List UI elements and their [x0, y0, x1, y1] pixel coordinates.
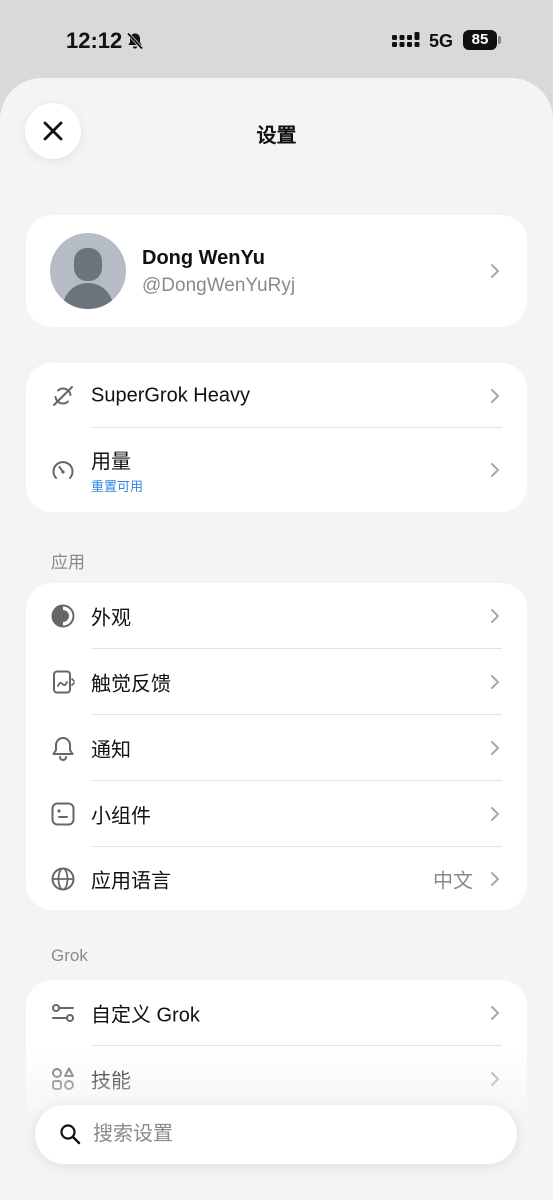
gauge-icon: [52, 461, 74, 479]
chevron-right-icon: [491, 674, 499, 689]
row-label: 用量 重置可用: [91, 445, 143, 495]
search-input[interactable]: [93, 1105, 493, 1164]
row-customize-grok[interactable]: 自定义 Grok: [26, 980, 527, 1045]
row-appearance[interactable]: 外观: [26, 583, 527, 648]
row-haptics[interactable]: 触觉反馈: [26, 649, 527, 714]
sliders-icon: [52, 1003, 74, 1022]
avatar-placeholder-icon: [62, 248, 114, 309]
row-label: 自定义 Grok: [91, 1004, 200, 1026]
row-widgets[interactable]: 小组件: [26, 781, 527, 846]
row-label: 小组件: [91, 805, 151, 827]
row-label: 外观: [91, 607, 131, 629]
chevron-right-icon: [491, 740, 499, 755]
row-label: SuperGrok Heavy: [91, 384, 250, 406]
section-title-grok: Grok: [51, 946, 88, 965]
row-label: 触觉反馈: [91, 673, 171, 695]
profile-name: Dong WenYu: [142, 247, 265, 269]
row-supergrok-heavy[interactable]: SuperGrok Heavy: [26, 363, 527, 428]
bell-icon: [52, 736, 74, 761]
widget-icon: [51, 802, 75, 825]
profile-handle: @DongWenYuRyj: [142, 275, 296, 296]
haptics-icon: [53, 670, 75, 693]
search-icon: [60, 1124, 81, 1145]
globe-icon: [51, 867, 75, 890]
account-card: SuperGrok Heavy 用量 重置可用: [26, 363, 527, 512]
chevron-right-icon: [491, 806, 499, 821]
supergrok-icon: [53, 385, 73, 406]
search-bar[interactable]: [35, 1105, 517, 1164]
battery-nub: [498, 36, 501, 44]
chevron-right-icon: [491, 264, 499, 278]
row-notifications[interactable]: 通知: [26, 715, 527, 780]
profile-card[interactable]: Dong WenYu @DongWenYuRyj: [26, 215, 527, 327]
row-label: 应用语言: [91, 870, 171, 892]
status-time: 12:12: [66, 28, 123, 53]
row-app-language[interactable]: 应用语言 中文: [26, 847, 527, 910]
page-title: 设置: [256, 125, 297, 147]
chevron-right-icon: [491, 871, 499, 886]
section-title-app: 应用: [51, 553, 85, 572]
status-bar: 12:12 5G 85: [0, 0, 553, 78]
appearance-icon: [51, 604, 75, 627]
chevron-right-icon: [491, 1005, 499, 1020]
signal-icon: [392, 32, 420, 47]
language-value: 中文: [433, 870, 473, 892]
reset-available-text: 重置可用: [91, 479, 144, 494]
row-title: 用量: [91, 451, 131, 473]
battery-icon: 85: [463, 30, 497, 50]
chevron-right-icon: [491, 608, 499, 623]
chevron-right-icon: [491, 388, 499, 403]
row-usage[interactable]: 用量 重置可用: [26, 428, 527, 512]
bell-muted-icon: [126, 32, 144, 50]
chevron-right-icon: [491, 463, 499, 477]
row-label: 通知: [91, 739, 131, 761]
app-settings-card: 外观 触觉反馈 通知 小组件 应用语言 中文: [26, 583, 527, 910]
settings-sheet: 设置 Dong WenYu @DongWenYuRyj SuperGrok He…: [0, 78, 553, 1200]
network-type: 5G: [429, 31, 454, 51]
avatar: [50, 233, 126, 309]
